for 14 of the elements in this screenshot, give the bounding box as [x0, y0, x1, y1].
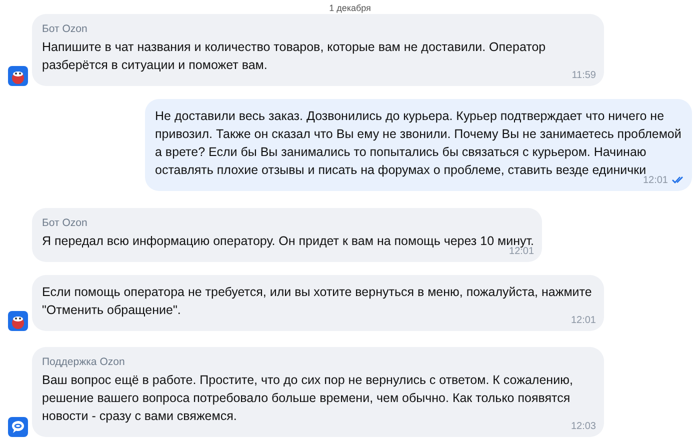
message-time: 12:01 — [509, 246, 534, 258]
sender-name: Бот Ozon — [42, 22, 88, 36]
message-text: Не доставили весь заказ. Дозвонились до курьера. Курьер подтверждает что ничего не привозил. Также он сказал что Вы ему не звонили. Почему Вы не занимаетесь проблемой а врете? Если бы Вы занимались то попытались бы связаться с курьером. Начинаю оставлять плохие отзывы и писать на форумах о проблеме, ставить везде единички — [155, 108, 682, 177]
chat-avatar-icon — [8, 417, 28, 437]
message-time: 12:03 — [570, 420, 596, 434]
message-text: Ваш вопрос ещё в работе. Простите, что до сих пор не вернулись с ответом. К сожалению, решение вашего вопроса потребовало больше времени, чем обычно. Как только появятся новости - сразу с вами свяжемся. — [42, 372, 573, 423]
message-time: 12:01 — [642, 174, 668, 188]
message-text: Напишите в чат названия и количество товаров, которые вам не доставили. Оператор разберётся в ситуации и поможет вам. — [42, 39, 547, 74]
sender-name: Поддержка Ozon — [42, 355, 126, 369]
bot-avatar-icon — [8, 66, 28, 86]
message-text: Я передал всю информацию оператору. Он придет к вам на помощь через 10 минут. — [42, 233, 534, 248]
sender-name: Бот Ozon — [42, 216, 88, 230]
message-time: 11:59 — [572, 68, 596, 82]
bot-avatar-icon — [8, 311, 28, 331]
